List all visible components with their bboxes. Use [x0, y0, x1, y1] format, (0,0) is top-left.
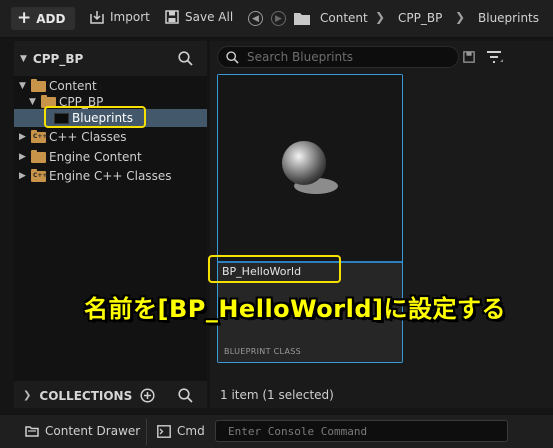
expand-arrow-icon[interactable]: ▼: [29, 97, 39, 107]
folder-icon[interactable]: [294, 12, 310, 25]
collections-title: COLLECTIONS: [39, 388, 133, 403]
chevron-right-icon: ❯: [455, 10, 466, 24]
sphere-icon: [282, 141, 338, 194]
search-icon: [226, 50, 239, 64]
import-button[interactable]: Import: [90, 10, 150, 24]
console-input[interactable]: Enter Console Command: [215, 420, 508, 442]
status-bar: Content Drawer Cmd Enter Console Command: [0, 414, 553, 448]
import-label: Import: [110, 10, 150, 24]
save-all-button[interactable]: Save All: [165, 10, 233, 24]
breadcrumb-content[interactable]: Content: [320, 11, 368, 25]
highlight-blueprints-folder: [44, 106, 146, 128]
sources-panel: ▼ CPP_BP ▼ Content ▼ CPP_BP Blueprints ▶…: [14, 41, 207, 408]
console-placeholder: Enter Console Command: [228, 424, 368, 438]
content-drawer-icon: [25, 426, 39, 437]
search-placeholder: Search Blueprints: [247, 50, 354, 64]
tree-item-engine-cpp-classes[interactable]: ▶ C++ Engine C++ Classes: [14, 167, 207, 185]
back-icon[interactable]: ◀: [248, 11, 263, 26]
save-all-label: Save All: [185, 10, 234, 24]
save-search-icon[interactable]: [463, 51, 475, 63]
breadcrumb-blueprints[interactable]: Blueprints: [478, 11, 539, 25]
plus-icon: +: [17, 8, 32, 28]
divider: [146, 419, 147, 445]
expand-arrow-icon[interactable]: ▶: [19, 171, 29, 181]
terminal-icon: [157, 424, 171, 438]
folder-open-icon: [31, 78, 46, 92]
project-title: CPP_BP: [32, 51, 84, 66]
collections-header[interactable]: ❯ COLLECTIONS: [14, 383, 207, 408]
chevron-right-icon: ❯: [375, 10, 386, 24]
tree-item-cpp-classes[interactable]: ▶ C++ C++ Classes: [14, 128, 207, 146]
asset-view: Search Blueprints BP_HelloWorld BLUEPRIN…: [210, 41, 553, 408]
asset-class-label: BLUEPRINT CLASS: [224, 347, 301, 356]
expand-arrow-icon[interactable]: ▼: [19, 81, 29, 91]
content-drawer-button[interactable]: Content Drawer: [25, 424, 140, 438]
save-icon: [165, 10, 179, 24]
asset-thumbnail: [218, 75, 402, 261]
import-icon: [90, 11, 104, 24]
tree-item-label: Engine Content: [49, 150, 142, 164]
filter-icon[interactable]: [486, 50, 504, 64]
search-icon[interactable]: [178, 388, 193, 403]
cmd-button[interactable]: Cmd: [157, 424, 205, 438]
add-button[interactable]: + ADD: [11, 7, 75, 30]
expand-arrow-icon[interactable]: ▶: [19, 152, 29, 162]
breadcrumb-cpp-bp[interactable]: CPP_BP: [398, 11, 442, 25]
folder-icon: [31, 149, 46, 163]
tree-item-engine-content[interactable]: ▶ Engine Content: [14, 148, 207, 166]
cmd-label: Cmd: [177, 424, 205, 438]
chevron-right-icon[interactable]: ❯: [23, 390, 31, 401]
sources-header[interactable]: ▼ CPP_BP: [14, 41, 207, 76]
cpp-folder-icon: C++: [31, 168, 47, 182]
tree-item-label: Engine C++ Classes: [49, 169, 172, 183]
selection-status: 1 item (1 selected): [220, 388, 334, 402]
expand-arrow-icon[interactable]: ▶: [19, 132, 29, 142]
tree-item-label: Content: [49, 79, 97, 93]
search-icon[interactable]: [178, 51, 193, 66]
cpp-folder-icon: C++: [31, 129, 47, 143]
add-collection-icon[interactable]: [140, 388, 155, 403]
collapse-triangle-icon[interactable]: ▼: [20, 54, 27, 64]
instruction-caption: 名前を[BP_HelloWorld]に設定する: [84, 295, 506, 323]
search-input[interactable]: Search Blueprints: [217, 46, 459, 68]
add-button-label: ADD: [36, 11, 66, 26]
highlight-asset-name: [208, 255, 341, 283]
tree-item-label: C++ Classes: [49, 130, 127, 144]
forward-icon[interactable]: ▶: [271, 11, 286, 26]
toolbar: + ADD Import Save All ◀ ▶ Content ❯ CPP_…: [0, 0, 553, 38]
content-drawer-label: Content Drawer: [45, 424, 141, 438]
